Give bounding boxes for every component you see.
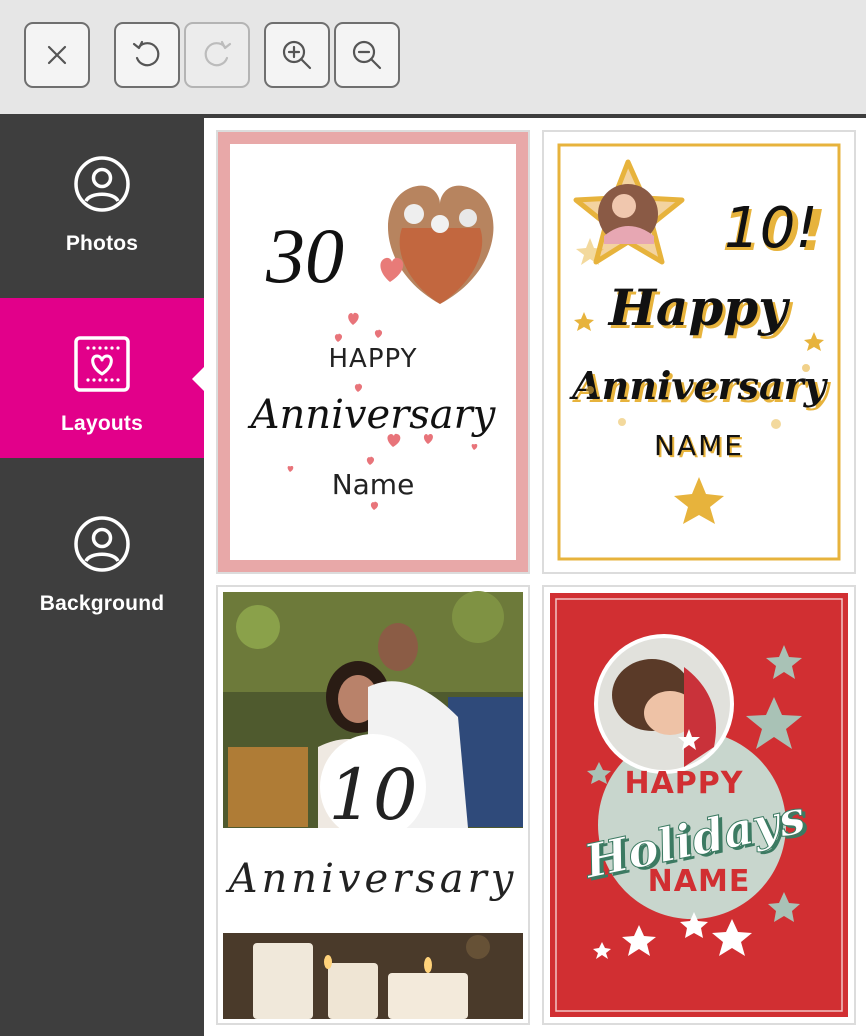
- layout-card-30-anniversary[interactable]: 30 HAPPY Anniversary Name: [216, 130, 530, 574]
- layout-card-10-happy-anniversary[interactable]: 10! 10! Happy Happy Anniversary Annivers…: [542, 130, 856, 574]
- sidebar-item-label: Layouts: [61, 412, 143, 435]
- undo-button[interactable]: [114, 22, 180, 88]
- layout-line1: Happy: [607, 278, 791, 337]
- layout-card-happy-holidays[interactable]: HAPPY Holidays Holidays NAME: [542, 585, 856, 1025]
- layout-line2: Anniversary: [225, 856, 518, 902]
- close-button[interactable]: [24, 22, 90, 88]
- layout-number: 10!: [724, 196, 818, 261]
- close-icon: [47, 45, 67, 65]
- layout-line3: NAME: [648, 864, 751, 899]
- layout-line3: NAME: [654, 429, 744, 462]
- round-photo: [594, 634, 734, 774]
- layout-card-10-anniversary-photo[interactable]: 10 Anniversary: [216, 585, 530, 1025]
- sidebar-item-photos[interactable]: Photos: [0, 118, 204, 278]
- zoom-out-button[interactable]: [334, 22, 400, 88]
- sidebar-item-layouts[interactable]: Layouts: [0, 298, 205, 458]
- zoom-in-icon: [282, 40, 312, 70]
- sidebar-item-background[interactable]: Background: [0, 478, 204, 638]
- layouts-panel: 30 HAPPY Anniversary Name 10! 10! Happy …: [204, 118, 866, 1036]
- zoom-out-icon: [352, 40, 382, 70]
- layout-line1: HAPPY: [328, 344, 417, 374]
- sidebar-item-label: Background: [39, 592, 165, 615]
- layout-line2: Anniversary: [247, 392, 497, 438]
- undo-icon: [132, 40, 160, 67]
- layout-number: 10: [328, 754, 417, 836]
- redo-icon: [204, 40, 232, 67]
- person-circle-icon: [74, 156, 130, 212]
- sidebar: Photos Layouts Background: [0, 118, 205, 1036]
- person-circle-icon: [74, 516, 130, 572]
- layout-number: 30: [265, 212, 344, 299]
- toolbar: [0, 0, 866, 118]
- layout-line2: Anniversary: [569, 363, 828, 408]
- layout-line1: HAPPY: [624, 766, 743, 801]
- zoom-in-button[interactable]: [264, 22, 330, 88]
- redo-button[interactable]: [184, 22, 250, 88]
- layout-line3: Name: [332, 468, 415, 501]
- sidebar-item-label: Photos: [65, 232, 139, 255]
- candles-photo: [223, 933, 523, 1019]
- layout-heart-icon: [74, 336, 130, 392]
